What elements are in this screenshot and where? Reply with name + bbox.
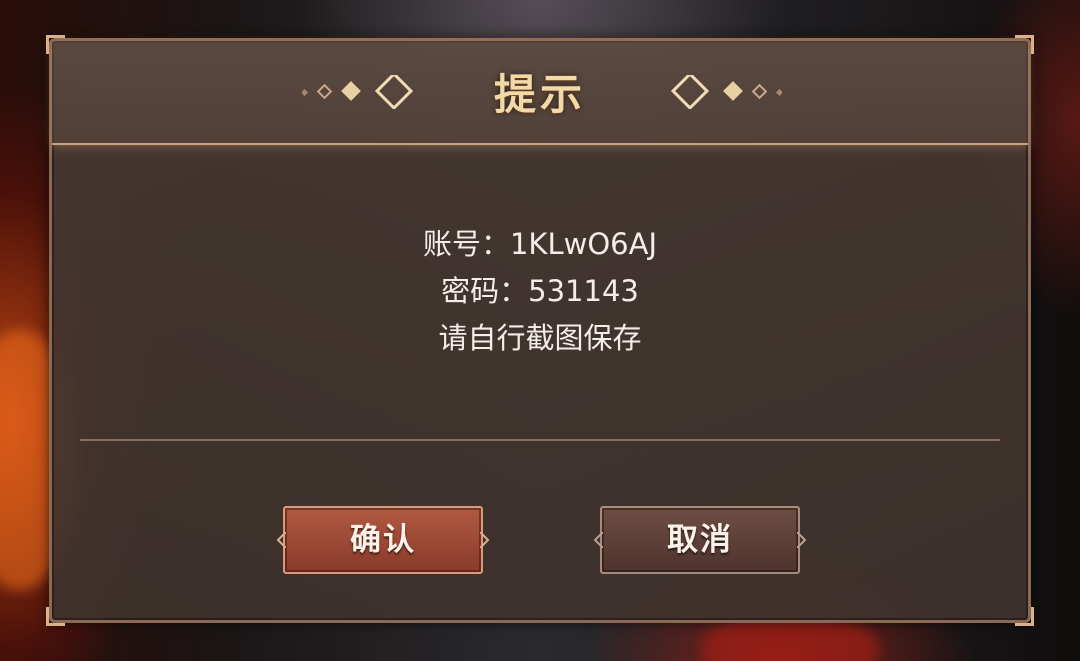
button-cap-ornament xyxy=(480,532,490,548)
confirm-button[interactable]: 确认 xyxy=(276,506,490,574)
dialog-divider xyxy=(80,439,1000,441)
dialog-title: 提示 xyxy=(493,70,586,119)
password-line: 密码：531143 xyxy=(441,274,639,308)
button-cap-ornament xyxy=(593,532,603,548)
dialog-corner-ornament xyxy=(1015,607,1034,626)
save-hint-line: 请自行截图保存 xyxy=(438,321,642,355)
game-scene-background: 提示 账号：1KLwO6AJ 密码：531143 请自行截图保存 确认 取消 xyxy=(0,0,1080,661)
cancel-button-label: 取消 xyxy=(667,522,733,558)
dialog-corner-ornament xyxy=(46,607,65,626)
diamond-ornament-icon xyxy=(670,75,782,109)
confirm-button-label: 确认 xyxy=(350,522,416,558)
cancel-button[interactable]: 取消 xyxy=(593,506,807,574)
button-cap-ornament xyxy=(797,532,807,548)
dialog-message: 账号：1KLwO6AJ 密码：531143 请自行截图保存 xyxy=(52,221,1028,362)
button-cap-ornament xyxy=(276,532,286,548)
prompt-dialog: 提示 账号：1KLwO6AJ 密码：531143 请自行截图保存 确认 取消 xyxy=(46,35,1034,626)
account-line: 账号：1KLwO6AJ xyxy=(422,227,657,261)
dialog-header: 提示 xyxy=(52,41,1028,145)
